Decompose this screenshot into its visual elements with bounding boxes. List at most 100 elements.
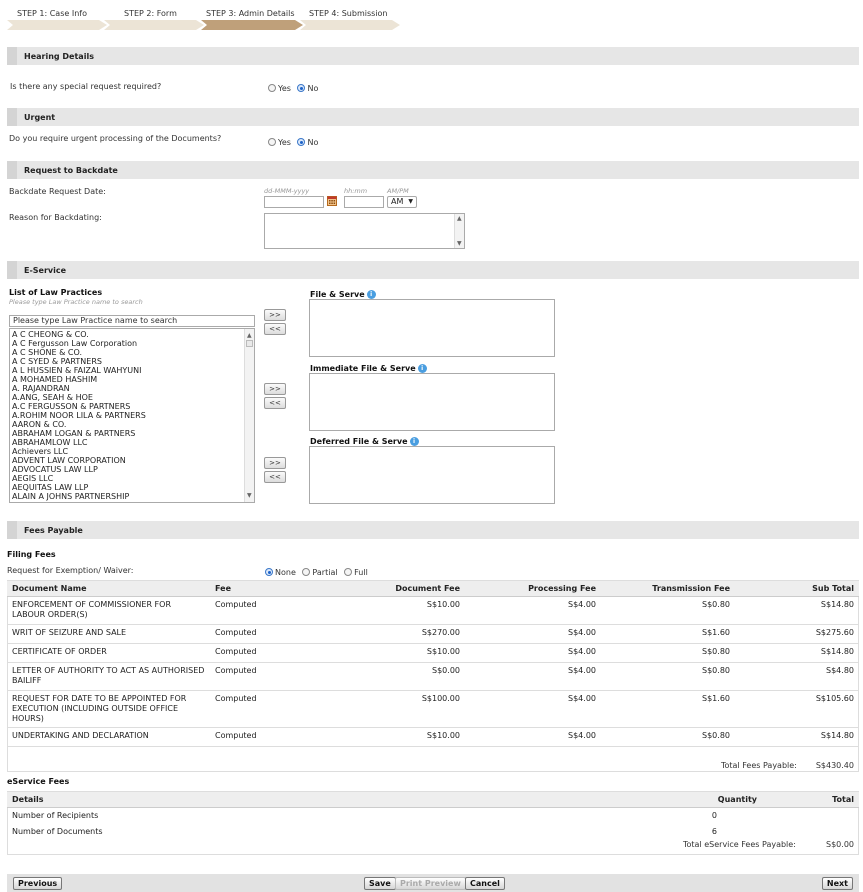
- backdate-date-label: Backdate Request Date:: [9, 187, 106, 196]
- eservice-detail-cell: Number of Recipients: [12, 811, 99, 820]
- remove-deferred-button[interactable]: <<: [264, 471, 286, 483]
- backdate-reason-textarea[interactable]: ▲ ▼: [264, 213, 465, 249]
- remove-file-serve-button[interactable]: <<: [264, 323, 286, 335]
- date-format-hint: dd-MMM-yyyy: [264, 187, 310, 195]
- law-practice-option[interactable]: ADVENT LAW CORPORATION: [10, 456, 254, 465]
- hearing-yes-option[interactable]: Yes: [268, 84, 291, 93]
- radio-icon[interactable]: [302, 568, 311, 576]
- law-practice-option[interactable]: A. RAJANDRAN: [10, 384, 254, 393]
- radio-selected-icon[interactable]: [297, 138, 306, 146]
- law-practice-option[interactable]: AEGIS LLC: [10, 474, 254, 483]
- step-3-arrow: [201, 20, 303, 30]
- processing-fee-cell: S$4.00: [465, 643, 601, 663]
- deferred-file-serve-box[interactable]: [309, 446, 555, 504]
- document-fee-cell: S$10.00: [305, 596, 465, 625]
- processing-fee-cell: S$4.00: [465, 662, 601, 691]
- urgent-no-option[interactable]: No: [297, 138, 318, 147]
- ampm-value: AM: [391, 197, 404, 206]
- law-practice-option[interactable]: A MOHAMED HASHIM: [10, 375, 254, 384]
- add-file-serve-button[interactable]: >>: [264, 309, 286, 321]
- remove-immediate-button[interactable]: <<: [264, 397, 286, 409]
- textarea-scrollbar[interactable]: ▲ ▼: [454, 214, 464, 248]
- col-document-fee: Document Fee: [305, 581, 465, 597]
- step-1-label: STEP 1: Case Info: [17, 9, 87, 18]
- cancel-button[interactable]: Cancel: [465, 877, 505, 890]
- transmission-fee-cell: S$1.60: [601, 624, 735, 644]
- radio-selected-icon[interactable]: [265, 568, 273, 576]
- fee-type-cell: Computed: [210, 662, 305, 691]
- exemption-partial-option[interactable]: Partial: [302, 568, 338, 577]
- add-deferred-button[interactable]: >>: [264, 457, 286, 469]
- exemption-full-option[interactable]: Full: [344, 568, 368, 577]
- save-button[interactable]: Save: [364, 877, 396, 890]
- step-4-arrow: [300, 20, 400, 30]
- document-name-cell: ENFORCEMENT OF COMMISSIONER FOR LABOUR O…: [7, 596, 210, 625]
- radio-icon[interactable]: [344, 568, 353, 576]
- print-preview-button[interactable]: Print Preview: [395, 877, 466, 890]
- file-serve-label: File & Serve i: [310, 290, 376, 299]
- footer-bar: Previous Save Print Preview Cancel Next: [7, 874, 859, 892]
- total-fees-label: Total Fees Payable:: [721, 761, 797, 770]
- calendar-icon[interactable]: [327, 196, 337, 206]
- law-practice-search-input[interactable]: Please type Law Practice name to search: [9, 315, 255, 327]
- fees-header-row: Document Name Fee Document Fee Processin…: [7, 581, 859, 597]
- radio-selected-icon[interactable]: [297, 84, 306, 92]
- add-immediate-button[interactable]: >>: [264, 383, 286, 395]
- law-practice-option[interactable]: A C SYED & PARTNERS: [10, 357, 254, 366]
- col-document-name: Document Name: [7, 581, 210, 597]
- transmission-fee-cell: S$0.80: [601, 662, 735, 691]
- radio-icon[interactable]: [268, 84, 276, 92]
- fee-type-cell: Computed: [210, 690, 305, 728]
- law-practice-option[interactable]: A C Fergusson Law Corporation: [10, 339, 254, 348]
- info-icon[interactable]: i: [366, 290, 376, 299]
- law-practice-option[interactable]: ALAIN A JOHNS PARTNERSHIP: [10, 492, 254, 501]
- info-icon[interactable]: i: [409, 437, 419, 446]
- filing-fees-table: Document Name Fee Document Fee Processin…: [7, 581, 859, 747]
- transmission-fee-cell: S$1.60: [601, 690, 735, 728]
- law-practice-option[interactable]: AARON & CO.: [10, 420, 254, 429]
- info-icon[interactable]: i: [417, 364, 427, 373]
- total-eservice-fees-value: S$0.00: [826, 840, 854, 849]
- next-button[interactable]: Next: [821, 877, 853, 890]
- law-practice-option[interactable]: ABRAHAM LOGAN & PARTNERS: [10, 429, 254, 438]
- law-practice-option[interactable]: A.C FERGUSSON & PARTNERS: [10, 402, 254, 411]
- fees-section-header: Fees Payable: [7, 521, 859, 539]
- step-1: STEP 1: Case Info: [7, 0, 107, 30]
- law-practice-option[interactable]: A.ROHIM NOOR LILA & PARTNERS: [10, 411, 254, 420]
- backdate-date-input[interactable]: [264, 196, 324, 208]
- law-practice-list[interactable]: A C CHEONG & CO. A C Fergusson Law Corpor…: [9, 328, 255, 503]
- exemption-none-option[interactable]: None: [265, 568, 296, 577]
- filing-fees-title: Filing Fees: [7, 550, 56, 559]
- fee-row: CERTIFICATE OF ORDER Computed S$10.00 S$4.0…: [7, 643, 859, 663]
- urgent-yes-option[interactable]: Yes: [268, 138, 291, 147]
- previous-button[interactable]: Previous: [13, 877, 63, 890]
- law-practice-option[interactable]: ABRAHAMLOW LLC: [10, 438, 254, 447]
- law-practice-option[interactable]: A C CHEONG & CO.: [10, 330, 254, 339]
- eservice-quantity-cell: 6: [711, 827, 717, 836]
- law-practice-option[interactable]: AEQUITAS LAW LLP: [10, 483, 254, 492]
- eservice-row: Number of Documents 6: [7, 824, 859, 840]
- eservice-quantity-cell: 0: [711, 811, 717, 820]
- urgent-question: Do you require urgent processing of the …: [9, 134, 222, 143]
- immediate-file-serve-box[interactable]: [309, 373, 555, 431]
- ampm-select[interactable]: AM ▼: [387, 196, 417, 208]
- file-serve-box[interactable]: [309, 299, 555, 357]
- sub-total-cell: S$105.60: [735, 690, 859, 728]
- fee-row: ENFORCEMENT OF COMMISSIONER FOR LABOUR O…: [7, 596, 859, 625]
- radio-icon[interactable]: [268, 138, 276, 146]
- hearing-no-option[interactable]: No: [297, 84, 318, 93]
- backdate-time-input[interactable]: [344, 196, 384, 208]
- time-format-hint: hh:mm: [344, 187, 368, 195]
- law-practice-option[interactable]: A C SHONE & CO.: [10, 348, 254, 357]
- sub-total-cell: S$14.80: [735, 727, 859, 747]
- eservice-fees-title: eService Fees: [7, 777, 70, 786]
- law-practice-option[interactable]: A L HUSSIEN & FAIZAL WAHYUNI: [10, 366, 254, 375]
- document-fee-cell: S$100.00: [305, 690, 465, 728]
- col-total: Total: [762, 792, 859, 808]
- law-practice-option[interactable]: ADVOCATUS LAW LLP: [10, 465, 254, 474]
- fees-title: Fees Payable: [24, 526, 83, 535]
- law-practice-option[interactable]: A.ANG, SEAH & HOE: [10, 393, 254, 402]
- law-practice-option[interactable]: Achievers LLC: [10, 447, 254, 456]
- chevron-down-icon: ▼: [408, 198, 413, 205]
- list-scrollbar[interactable]: ▲ ▼: [244, 329, 254, 502]
